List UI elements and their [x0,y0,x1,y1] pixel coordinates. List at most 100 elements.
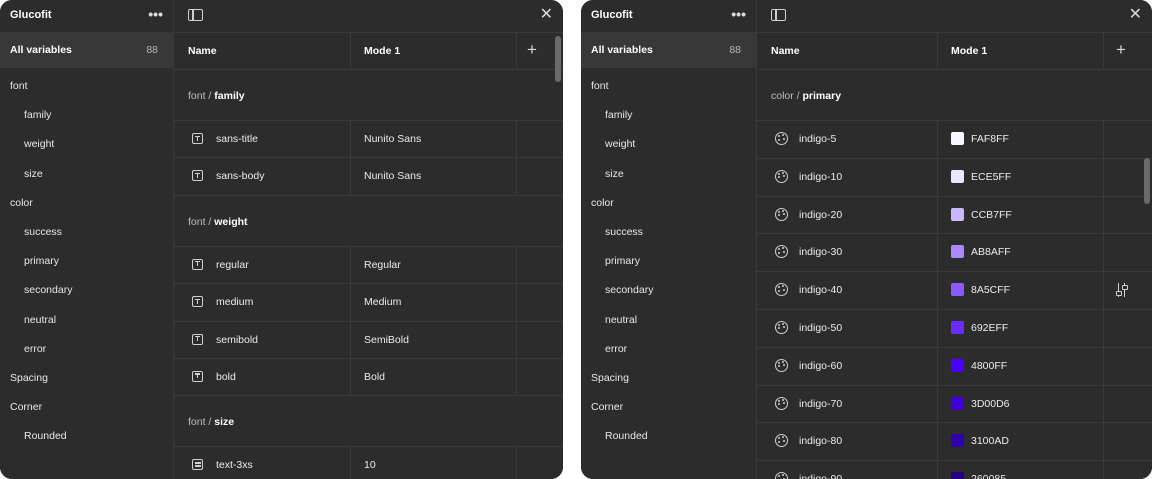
sidebar-item-weight[interactable]: weight [0,130,173,159]
variable-value[interactable]: 10 [364,447,376,479]
table-row[interactable]: sans-title Nunito Sans [174,120,563,159]
add-mode-icon[interactable]: + [1116,33,1126,69]
table-row[interactable]: indigo-70 3D00D6 [757,385,1152,424]
sidebar-item-rounded[interactable]: Rounded [581,422,756,451]
color-swatch[interactable] [951,434,964,448]
variable-name[interactable]: indigo-10 [799,159,842,195]
variable-value[interactable]: FAF8FF [971,121,1009,157]
table-row[interactable]: indigo-20 CCB7FF [757,196,1152,235]
variable-value[interactable]: SemiBold [364,322,409,358]
sidebar-item-neutral[interactable]: neutral [581,306,756,335]
scrollbar-thumb[interactable] [1144,158,1150,204]
more-options-icon[interactable]: ••• [148,4,163,24]
column-header-mode[interactable]: Mode 1 [951,33,987,69]
table-row[interactable]: indigo-50 692EFF [757,309,1152,348]
sidebar-item-primary[interactable]: primary [0,247,173,276]
sidebar-item-success[interactable]: success [581,218,756,247]
variable-value[interactable]: 3D00D6 [971,386,1010,422]
sidebar-item-family[interactable]: family [0,101,173,130]
sidebar-item-color[interactable]: color [581,189,756,218]
sidebar-toggle-icon[interactable] [771,9,786,21]
variable-name[interactable]: indigo-5 [799,121,836,157]
add-mode-icon[interactable]: + [527,33,537,69]
table-row[interactable]: indigo-60 4800FF [757,347,1152,386]
sidebar-toggle-icon[interactable] [188,9,203,21]
variable-value[interactable]: 3100AD [971,423,1009,459]
sidebar-item-all-variables[interactable]: All variables 88 [0,32,173,68]
color-swatch[interactable] [951,358,964,372]
variable-name[interactable]: sans-title [216,121,258,157]
sidebar-item-all-variables[interactable]: All variables 88 [581,32,756,68]
sidebar-item-font[interactable]: font [581,72,756,101]
variable-value[interactable]: 260085 [971,461,1006,479]
sidebar-item-spacing[interactable]: Spacing [0,364,173,393]
variable-value[interactable]: Medium [364,284,401,320]
table-row[interactable]: bold Bold [174,358,563,397]
table-row[interactable]: sans-body Nunito Sans [174,158,563,196]
color-swatch[interactable] [951,169,964,183]
sidebar-item-success[interactable]: success [0,218,173,247]
variable-name[interactable]: indigo-70 [799,386,842,422]
color-swatch[interactable] [951,132,964,145]
table-row[interactable]: indigo-30 AB8AFF [757,234,1152,273]
sidebar-item-neutral[interactable]: neutral [0,306,173,335]
sidebar-item-size[interactable]: size [0,160,173,189]
color-swatch[interactable] [951,207,964,221]
sidebar-item-font[interactable]: font [0,72,173,101]
sidebar-item-size[interactable]: size [581,160,756,189]
variable-name[interactable]: indigo-20 [799,197,842,233]
color-swatch[interactable] [951,320,964,334]
variable-value[interactable]: 4800FF [971,348,1007,384]
variable-name[interactable]: regular [216,247,249,283]
table-row[interactable]: text-3xs 10 [174,446,563,479]
sidebar-item-secondary[interactable]: secondary [0,276,173,305]
variable-value[interactable]: 692EFF [971,310,1008,346]
variable-name[interactable]: indigo-50 [799,310,842,346]
close-icon[interactable]: ✕ [540,6,553,24]
edit-variable-icon[interactable] [1114,282,1130,298]
color-swatch[interactable] [951,472,964,479]
variable-value[interactable]: ECE5FF [971,159,1011,195]
column-header-mode[interactable]: Mode 1 [364,33,400,69]
variable-value[interactable]: Nunito Sans [364,158,421,194]
color-swatch[interactable] [951,396,964,410]
sidebar-item-color[interactable]: color [0,189,173,218]
variable-value[interactable]: Bold [364,359,385,395]
variable-name[interactable]: semibold [216,322,258,358]
sidebar-item-error[interactable]: error [0,335,173,364]
variable-name[interactable]: bold [216,359,236,395]
variable-name[interactable]: indigo-30 [799,234,842,270]
table-row[interactable]: indigo-90 260085 [757,461,1152,479]
table-row[interactable]: indigo-5 FAF8FF [757,120,1152,159]
variable-value[interactable]: Nunito Sans [364,121,421,157]
variable-value[interactable]: CCB7FF [971,197,1012,233]
variable-name[interactable]: indigo-90 [799,461,842,479]
variable-name[interactable]: indigo-60 [799,348,842,384]
scrollbar-thumb[interactable] [555,36,561,82]
sidebar-item-rounded[interactable]: Rounded [0,422,173,451]
close-icon[interactable]: ✕ [1129,6,1142,24]
table-row[interactable]: medium Medium [174,284,563,322]
color-swatch[interactable] [951,283,964,297]
variable-value[interactable]: Regular [364,247,401,283]
sidebar-item-weight[interactable]: weight [581,130,756,159]
variable-name[interactable]: text-3xs [216,447,253,479]
table-row[interactable]: indigo-80 3100AD [757,423,1152,462]
variable-name[interactable]: indigo-40 [799,272,842,308]
variable-name[interactable]: indigo-80 [799,423,842,459]
variable-value[interactable]: 8A5CFF [971,272,1010,308]
variable-name[interactable]: sans-body [216,158,264,194]
variable-name[interactable]: medium [216,284,253,320]
sidebar-item-error[interactable]: error [581,335,756,364]
sidebar-item-primary[interactable]: primary [581,247,756,276]
table-row[interactable]: semibold SemiBold [174,321,563,359]
variable-value[interactable]: AB8AFF [971,234,1011,270]
sidebar-item-secondary[interactable]: secondary [581,276,756,305]
table-row[interactable]: indigo-10 ECE5FF [757,158,1152,197]
sidebar-item-spacing[interactable]: Spacing [581,364,756,393]
table-row[interactable]: indigo-40 8A5CFF [757,272,1152,310]
sidebar-item-corner[interactable]: Corner [0,393,173,422]
sidebar-item-corner[interactable]: Corner [581,393,756,422]
more-options-icon[interactable]: ••• [731,4,746,24]
sidebar-item-family[interactable]: family [581,101,756,130]
